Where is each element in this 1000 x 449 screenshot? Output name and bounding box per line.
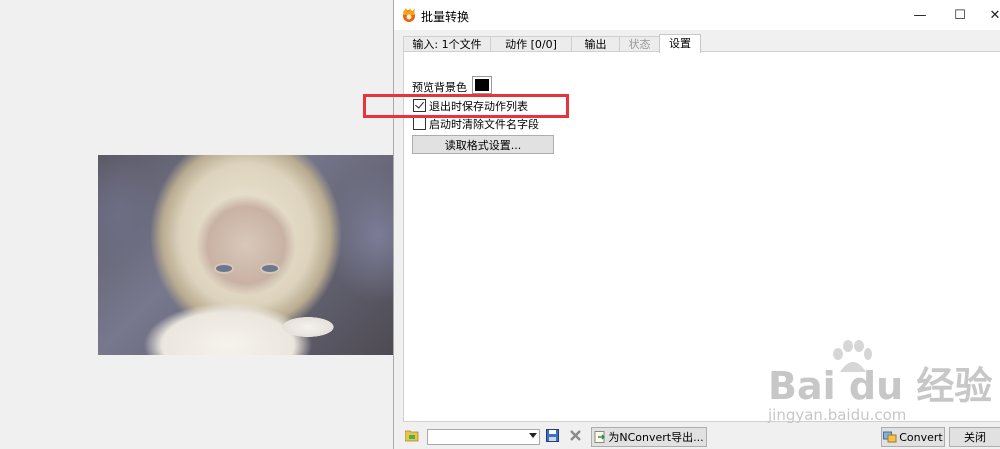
convert-label: Convert xyxy=(899,430,943,444)
convert-images-icon xyxy=(883,431,897,443)
tab-actions[interactable]: 动作 [0/0] xyxy=(490,36,572,52)
close-window-button[interactable]: ✕ xyxy=(980,0,1000,30)
floppy-disk-icon[interactable] xyxy=(546,429,559,442)
folder-open-icon[interactable] xyxy=(405,429,419,442)
watermark-url: jingyan.baidu.com xyxy=(768,406,907,424)
color-swatch xyxy=(475,79,489,91)
xnview-icon xyxy=(403,8,415,22)
maximize-button[interactable]: ☐ xyxy=(940,0,980,30)
preview-image-detail xyxy=(262,265,278,272)
read-format-settings-button[interactable]: 读取格式设置... xyxy=(412,135,554,154)
preview-image xyxy=(98,155,394,355)
close-button[interactable]: 关闭 xyxy=(949,427,1000,447)
window-title: 批量转换 xyxy=(421,10,470,24)
minimize-button[interactable]: — xyxy=(900,0,940,30)
baidu-watermark: Bai du 经验 jingyan.baidu.com xyxy=(768,340,998,430)
export-nconvert-label: 为NConvert导出... xyxy=(608,431,704,444)
clear-filename-label: 启动时清除文件名字段 xyxy=(429,118,539,131)
preview-image-detail xyxy=(216,265,232,272)
export-nconvert-button[interactable]: 为NConvert导出... xyxy=(591,427,707,447)
chevron-down-icon xyxy=(529,433,537,438)
annotation-highlight-box xyxy=(363,94,569,118)
delete-x-icon[interactable] xyxy=(570,430,581,441)
tab-status: 状态 xyxy=(619,36,660,52)
preview-bg-color-picker[interactable] xyxy=(472,76,492,94)
title-bar: 批量转换 — ☐ ✕ xyxy=(394,0,1000,30)
watermark-main-text: Bai du 经验 xyxy=(768,364,993,408)
convert-button[interactable]: Convert xyxy=(881,427,945,447)
tab-settings[interactable]: 设置 xyxy=(659,34,701,53)
preview-bg-label: 预览背景色 xyxy=(412,81,467,94)
clear-filename-checkbox[interactable] xyxy=(413,117,426,130)
script-export-icon xyxy=(594,431,606,443)
preset-combo[interactable] xyxy=(427,429,540,445)
tab-output[interactable]: 输出 xyxy=(571,36,620,52)
tab-input[interactable]: 输入: 1个文件 xyxy=(403,36,491,52)
